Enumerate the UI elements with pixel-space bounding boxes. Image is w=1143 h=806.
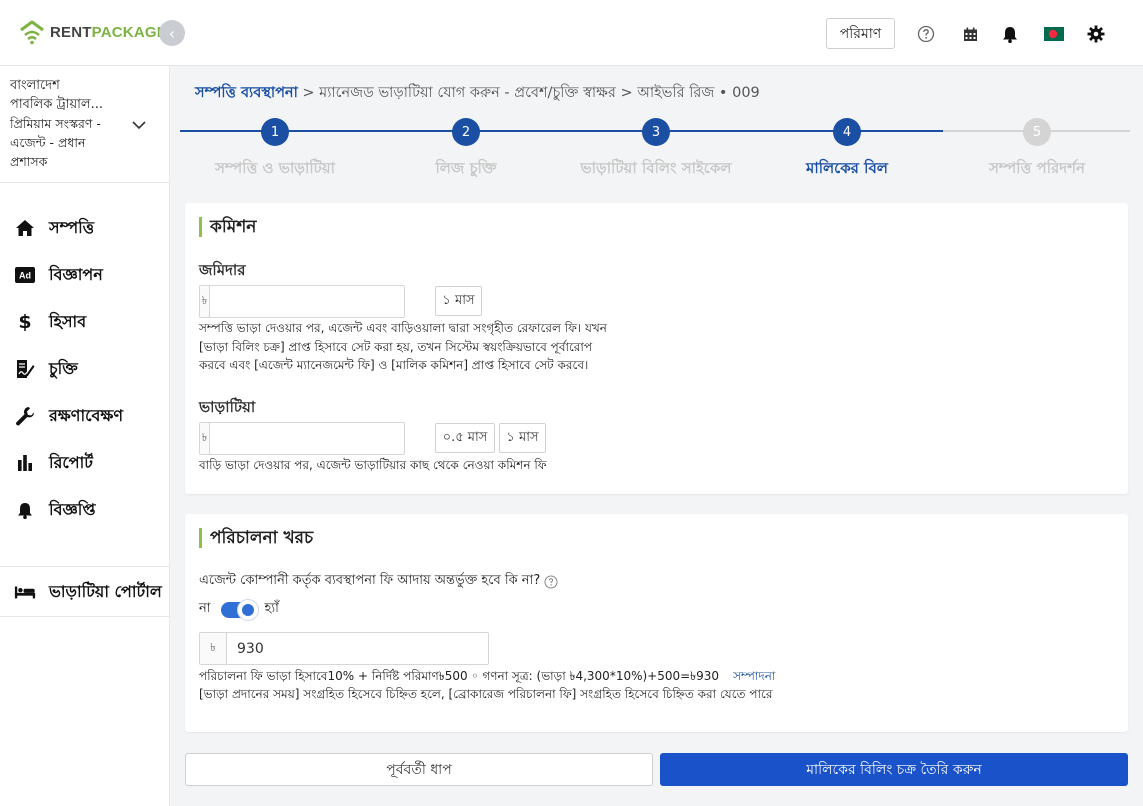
- stepper-line-complete: [180, 130, 943, 132]
- help-circle-icon[interactable]: [916, 24, 936, 44]
- ad-icon: Ad: [14, 264, 36, 286]
- flag-icon[interactable]: [1043, 24, 1065, 44]
- tenant-commission-field[interactable]: [210, 423, 404, 454]
- step-4-label[interactable]: মালিকের বিল: [752, 157, 942, 182]
- sidebar-divider: [0, 616, 170, 617]
- sidebar-item-maintenance[interactable]: রক্ষণাবেক্ষণ: [0, 396, 170, 436]
- bell-icon[interactable]: [1000, 24, 1020, 44]
- landlord-label: জমিদার: [199, 261, 246, 279]
- step-2-label[interactable]: লিজ চুক্তি: [371, 157, 561, 182]
- create-owner-billing-cycle-button[interactable]: মালিকের বিলিং চক্র তৈরি করুন: [660, 753, 1128, 786]
- commission-card: কমিশন জমিদার ৳ ১ মাস সম্পত্তি ভাড়া দেওয…: [185, 203, 1128, 494]
- landlord-chip-1-month[interactable]: ১ মাস: [435, 286, 482, 316]
- org-switcher[interactable]: বাংলাদেশ পাবলিক ট্রায়াল... প্রিমিয়াম স…: [10, 76, 140, 171]
- sidebar-divider: [0, 182, 170, 183]
- currency-taka-icon: ৳: [200, 633, 227, 664]
- management-fee-toggle-row: না হ্যাঁ: [199, 598, 279, 621]
- gear-icon[interactable]: [1086, 24, 1106, 44]
- contract-icon: [14, 358, 36, 380]
- toggle-no-label: না: [199, 601, 211, 616]
- currency-taka-icon: ৳: [200, 423, 210, 454]
- question-help-icon[interactable]: [544, 575, 558, 589]
- progress-stepper: 1 2 3 4 5 সম্পত্তি ও ভাড়াটিয়া লিজ চুক্…: [180, 115, 1130, 185]
- fee-formula-text: পরিচালনা ফি ভাড়া হিসাবে10% + নির্দিষ্ট …: [199, 669, 776, 683]
- top-bar: RENTPACKAGE ‹ পরিমাণ: [0, 0, 1143, 66]
- sidebar-item-label: চুক্তি: [49, 358, 78, 378]
- edit-formula-link[interactable]: সম্পাদনা: [733, 669, 775, 683]
- step-4-circle[interactable]: 4: [833, 118, 861, 146]
- logo-text: RENTPACKAGE: [50, 23, 167, 41]
- org-country: বাংলাদেশ: [10, 78, 60, 93]
- org-role-2: প্রশাসক: [10, 154, 48, 169]
- step-5-circle[interactable]: 5: [1023, 118, 1051, 146]
- tenant-commission-input[interactable]: ৳: [199, 422, 405, 455]
- tenant-label: ভাড়াটিয়া: [199, 398, 256, 416]
- landlord-help-text: সম্পত্তি ভাড়া দেওয়ার পর, এজেন্ট এবং বা…: [199, 321, 607, 372]
- step-1-circle[interactable]: 1: [261, 118, 289, 146]
- landlord-commission-input[interactable]: ৳: [199, 285, 405, 318]
- commission-title: কমিশন: [199, 217, 256, 237]
- logo[interactable]: RENTPACKAGE: [18, 18, 167, 46]
- calendar-icon[interactable]: [960, 24, 980, 44]
- sidebar-item-label: বিজ্ঞাপন: [49, 264, 103, 284]
- sidebar-item-contract[interactable]: চুক্তি: [0, 349, 170, 389]
- sidebar-item-tenant-portal[interactable]: ভাড়াটিয়া পোর্টাল: [0, 572, 170, 612]
- management-fee-question: এজেন্ট কোম্পানী কর্তৃক ব্যবস্থাপনা ফি আদ…: [199, 571, 558, 592]
- sidebar-item-label: সম্পত্তি: [49, 217, 95, 237]
- org-edition: প্রিমিয়াম সংস্করণ -: [10, 116, 101, 131]
- org-role: এজেন্ট - প্রধান: [10, 135, 86, 150]
- step-5-label[interactable]: সম্পত্তি পরিদর্শন: [942, 157, 1132, 182]
- breadcrumb-root-link[interactable]: সম্পত্তি ব্যবস্থাপনা: [195, 85, 298, 101]
- management-fee-field[interactable]: [227, 633, 488, 664]
- sidebar-item-accounts[interactable]: $ হিসাব: [0, 302, 170, 342]
- previous-step-button[interactable]: পূর্ববর্তী ধাপ: [185, 753, 653, 786]
- step-3-label[interactable]: ভাড়াটিয়া বিলিং সাইকেল: [561, 157, 751, 182]
- sidebar-item-ads[interactable]: Ad বিজ্ঞাপন: [0, 255, 170, 295]
- sidebar-item-label: ভাড়াটিয়া পোর্টাল: [49, 581, 162, 601]
- quantity-button[interactable]: পরিমাণ: [826, 18, 895, 49]
- tenant-help-text: বাড়ি ভাড়া দেওয়ার পর, এজেন্ট ভাড়াটিয়…: [199, 458, 547, 472]
- step-3-circle[interactable]: 3: [642, 118, 670, 146]
- bar-chart-icon: [14, 452, 36, 474]
- breadcrumb-path: > ম্যানেজড ভাড়াটিয়া যোগ করুন - প্রবেশ/…: [297, 85, 760, 101]
- sidebar-divider: [0, 566, 170, 567]
- step-2-circle[interactable]: 2: [452, 118, 480, 146]
- sidebar-item-label: বিজ্ঞপ্তি: [49, 499, 96, 519]
- sidebar-item-label: রিপোর্ট: [49, 452, 94, 472]
- bed-icon: [14, 581, 36, 603]
- logo-wifi-house-icon: [18, 18, 46, 46]
- org-name: পাবলিক ট্রায়াল...: [10, 97, 103, 112]
- fee-note-text: [ভাড়া প্রদানের সময়] সংগ্রহিত হিসেবে চি…: [199, 687, 773, 701]
- sidebar-item-label: হিসাব: [49, 311, 87, 331]
- sidebar-collapse-button[interactable]: ‹: [159, 20, 185, 46]
- currency-taka-icon: ৳: [200, 286, 210, 317]
- tenant-chip-half-month[interactable]: ০.৫ মাস: [435, 423, 495, 453]
- operating-cost-title: পরিচালনা খরচ: [199, 528, 313, 548]
- svg-text:Ad: Ad: [19, 271, 31, 281]
- wrench-icon: [14, 405, 36, 427]
- breadcrumb: সম্পত্তি ব্যবস্থাপনা > ম্যানেজড ভাড়াটিয…: [195, 82, 760, 106]
- tenant-chip-1-month[interactable]: ১ মাস: [499, 423, 546, 453]
- landlord-commission-field[interactable]: [210, 286, 404, 317]
- sidebar: বাংলাদেশ পাবলিক ট্রায়াল... প্রিমিয়াম স…: [0, 66, 170, 806]
- sidebar-item-notification[interactable]: বিজ্ঞপ্তি: [0, 490, 170, 530]
- sidebar-item-label: রক্ষণাবেক্ষণ: [49, 405, 124, 425]
- management-fee-input[interactable]: ৳: [199, 632, 489, 665]
- sidebar-item-report[interactable]: রিপোর্ট: [0, 443, 170, 483]
- step-1-label[interactable]: সম্পত্তি ও ভাড়াটিয়া: [180, 157, 370, 182]
- chevron-down-icon[interactable]: [132, 118, 146, 134]
- bell-icon: [14, 499, 36, 521]
- operating-cost-card: পরিচালনা খরচ এজেন্ট কোম্পানী কর্তৃক ব্যব…: [185, 514, 1128, 732]
- dollar-icon: $: [18, 311, 32, 333]
- management-fee-toggle[interactable]: [220, 598, 259, 621]
- sidebar-item-property[interactable]: সম্পত্তি: [0, 208, 170, 248]
- toggle-yes-label: হ্যাঁ: [264, 601, 279, 616]
- home-icon: [14, 217, 36, 239]
